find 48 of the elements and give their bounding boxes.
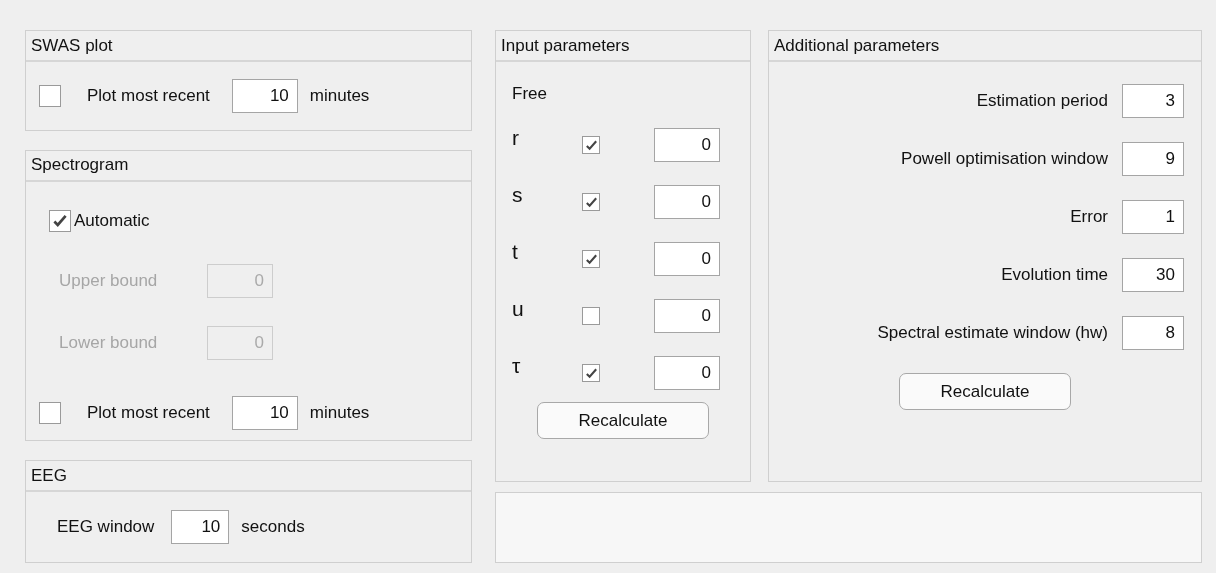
panel-title: Additional parameters [774,35,940,56]
parameter-field[interactable]: 0 [654,185,720,219]
parameter-field[interactable]: 0 [654,299,720,333]
checkbox[interactable] [582,193,600,211]
field-label: Evolution time [1001,265,1108,285]
checkbox[interactable] [582,364,600,382]
checkbox-label: Plot most recent [87,402,210,423]
unit-label: minutes [309,85,370,106]
parameter-name: τ [512,354,522,378]
parameter-name: u [512,297,525,321]
parameter-name: s [512,183,524,207]
parameter-name: t [512,240,519,264]
parameter-field[interactable]: 3 [1122,84,1184,118]
checkbox[interactable] [39,401,61,424]
recalculate-button[interactable]: Recalculate [537,402,709,439]
parameter-field[interactable]: 30 [1122,258,1184,292]
parameter-field[interactable]: 0 [654,356,720,390]
unit-label: seconds [241,517,305,538]
panel-title: EEG [31,465,67,486]
field-label: Error [1070,207,1108,227]
field-label: EEG window [57,517,155,538]
unit-label: minutes [309,402,370,423]
parameter-field[interactable]: 8 [1122,316,1184,350]
eeg-window-field[interactable]: 10 [171,510,230,545]
column-label: Free [512,84,547,104]
panel-title: Input parameters [501,35,630,56]
parameter-field[interactable]: 9 [1122,142,1184,176]
bound-label: Upper bound [59,270,159,291]
checkbox-label: Automatic [74,210,150,231]
minutes-field[interactable]: 10 [231,78,298,113]
minutes-field[interactable]: 10 [231,395,298,430]
checkbox[interactable] [49,209,71,232]
panel-title: Spectrogram [31,155,129,176]
field-label: Spectral estimate window (hw) [877,323,1108,343]
parameter-field[interactable]: 1 [1122,200,1184,234]
checkbox[interactable] [582,136,600,154]
parameter-field[interactable]: 0 [654,128,720,162]
field-label: Estimation period [976,91,1108,111]
parameter-field[interactable]: 0 [654,242,720,276]
bound-label: Lower bound [59,332,159,353]
field-label: Powell optimisation window [901,149,1108,169]
checkbox[interactable] [582,250,600,268]
parameter-name: r [512,126,520,150]
checkbox-label: Plot most recent [87,85,210,106]
checkbox[interactable] [582,307,600,325]
panel-title: SWAS plot [31,35,113,56]
checkbox[interactable] [39,84,61,107]
recalculate-button[interactable]: Recalculate [899,373,1071,410]
